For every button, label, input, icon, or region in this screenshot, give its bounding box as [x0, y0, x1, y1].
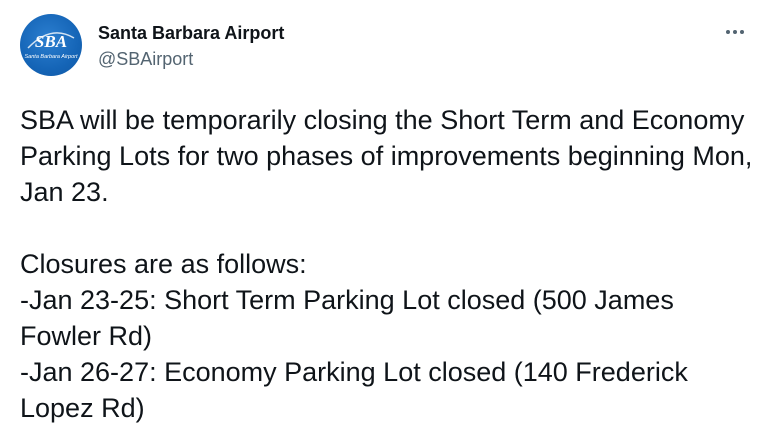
svg-text:Santa Barbara Airport: Santa Barbara Airport: [25, 54, 78, 60]
tweet-text: SBA will be temporarily closing the Shor…: [20, 102, 760, 426]
dot: [726, 30, 730, 34]
dot: [740, 30, 744, 34]
avatar[interactable]: SBA Santa Barbara Airport: [20, 14, 82, 76]
author-names: Santa Barbara Airport @SBAirport: [98, 22, 284, 70]
tweet-line: -Jan 26-27: Economy Parking Lot closed (…: [20, 357, 688, 423]
svg-text:SBA: SBA: [35, 32, 67, 51]
user-handle[interactable]: @SBAirport: [98, 48, 284, 70]
tweet-paragraph: SBA will be temporarily closing the Shor…: [20, 105, 753, 207]
sba-logo-icon: SBA Santa Barbara Airport: [25, 32, 78, 60]
dot: [733, 30, 737, 34]
tweet-card: SBA Santa Barbara Airport Santa Barbara …: [0, 0, 770, 437]
more-options-icon[interactable]: [720, 24, 750, 40]
tweet-paragraph: Closures are as follows:: [20, 249, 307, 279]
display-name[interactable]: Santa Barbara Airport: [98, 22, 284, 44]
tweet-header: SBA Santa Barbara Airport Santa Barbara …: [20, 14, 750, 76]
tweet-line: -Jan 23-25: Short Term Parking Lot close…: [20, 285, 674, 351]
